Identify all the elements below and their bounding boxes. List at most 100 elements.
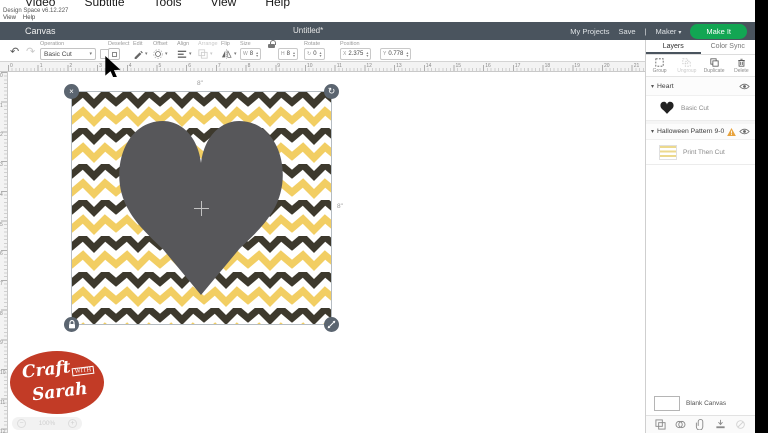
chevron-down-icon: ▾ <box>189 51 192 57</box>
position-label: Position <box>340 41 360 47</box>
size-label: Size <box>240 41 251 47</box>
canvas-color-swatch[interactable] <box>654 396 680 411</box>
offset-button[interactable]: ▾ <box>153 48 168 60</box>
layer-group-halloween-pattern[interactable]: ▾ Halloween Pattern 9-01 <box>646 121 755 139</box>
offset-label: Offset <box>153 41 168 47</box>
attach-icon[interactable] <box>695 419 706 430</box>
stepper-icon[interactable]: ▴▾ <box>320 51 322 57</box>
chevron-down-icon: ▾ <box>210 51 213 57</box>
slice-icon[interactable] <box>655 419 666 430</box>
position-x-field[interactable]: X2.375 ▴▾ <box>340 48 371 60</box>
stepper-icon[interactable]: ▴▾ <box>293 51 295 57</box>
stepper-icon[interactable]: ▴▾ <box>256 51 258 57</box>
menu-help[interactable]: Help <box>265 0 290 9</box>
zoom-out-button[interactable]: − <box>17 419 26 428</box>
stepper-icon[interactable]: ▴▾ <box>406 51 408 57</box>
edit-label: Edit <box>133 41 142 47</box>
resize-icon <box>327 320 336 329</box>
ungroup-icon <box>682 58 691 67</box>
size-lock-icon[interactable] <box>268 40 275 48</box>
rotate-icon: ↻ <box>328 87 336 96</box>
group-button[interactable]: Group <box>646 58 673 74</box>
v-ruler: 0123456789101112 <box>0 72 8 433</box>
operation-label: Operation <box>40 41 64 47</box>
chevron-down-icon: ▾ <box>89 51 92 57</box>
flip-button[interactable]: ▾ <box>221 48 237 60</box>
ungroup-button[interactable]: Ungroup <box>673 58 700 74</box>
collapse-caret-icon[interactable]: ▾ <box>651 128 654 135</box>
save-link[interactable]: Save <box>618 27 635 36</box>
contour-icon[interactable] <box>735 419 746 430</box>
duplicate-icon <box>710 58 719 67</box>
stepper-icon[interactable]: ▴▾ <box>366 51 368 57</box>
app-window-title: Design Space v6.12.227 <box>3 8 68 14</box>
rotate-field[interactable]: ↻0 ▴▾ <box>304 48 325 60</box>
size-height-field[interactable]: H8 ▴▾ <box>278 48 298 60</box>
combine-icon[interactable] <box>675 419 686 430</box>
redo-icon[interactable]: ↷ <box>26 45 35 57</box>
layers-panel: Layers Color Sync Group Ungroup Duplicat… <box>645 40 755 433</box>
menu-tools[interactable]: Tools <box>154 0 182 9</box>
size-width-field[interactable]: W8 ▴▾ <box>240 48 261 60</box>
trash-icon <box>737 58 746 67</box>
layer-row-print-then-cut[interactable]: Print Then Cut <box>646 139 755 165</box>
align-icon <box>177 49 187 59</box>
visibility-eye-icon[interactable] <box>739 83 750 90</box>
arrange-icon <box>198 49 208 59</box>
page-title: Canvas <box>25 22 56 40</box>
align-label: Align <box>177 41 189 47</box>
app-menubar: View Help <box>3 15 35 21</box>
app-menu-help[interactable]: Help <box>23 15 35 21</box>
chevron-down-icon: ▾ <box>145 51 148 57</box>
align-button[interactable]: ▾ <box>177 48 192 60</box>
duplicate-button[interactable]: Duplicate <box>701 58 728 74</box>
group-icon <box>655 58 664 67</box>
document-title[interactable]: Untitled* <box>293 22 323 40</box>
resize-handle[interactable] <box>324 317 339 332</box>
tab-color-sync[interactable]: Color Sync <box>701 40 756 54</box>
zoom-in-button[interactable]: + <box>68 419 77 428</box>
operation-select[interactable]: Basic Cut▾ <box>40 48 96 60</box>
blank-canvas-label: Blank Canvas <box>686 400 726 407</box>
menu-view[interactable]: View <box>211 0 237 9</box>
layer-row-heart-basic-cut[interactable]: Basic Cut <box>646 95 755 121</box>
deselect-label: Deselect <box>108 41 129 47</box>
flatten-icon[interactable] <box>715 419 726 430</box>
collapse-caret-icon[interactable]: ▾ <box>651 83 654 90</box>
layer-group-heart[interactable]: ▾ Heart <box>646 77 755 95</box>
heart-thumbnail-icon <box>659 101 675 115</box>
flip-icon <box>221 49 232 59</box>
arrange-label: Arrange <box>198 41 218 47</box>
machine-select[interactable]: Maker▾ <box>656 27 682 36</box>
my-projects-link[interactable]: My Projects <box>570 27 609 36</box>
rotate-handle[interactable]: ↻ <box>324 84 339 99</box>
rotate-label: Rotate <box>304 41 320 47</box>
h-ruler: 0123456789101112131415161718192021 <box>0 62 645 72</box>
mouse-cursor-icon <box>104 56 121 77</box>
edit-button[interactable]: ▾ <box>133 48 148 60</box>
header-separator: | <box>645 27 647 36</box>
pencil-icon <box>133 49 143 59</box>
video-player-menubar: Video Subtitle Tools View Help <box>0 0 755 9</box>
rotate-icon: ↻ <box>307 51 311 57</box>
app-menu-view[interactable]: View <box>3 15 16 21</box>
lock-handle[interactable] <box>64 317 79 332</box>
zoom-level: 100% <box>39 420 56 427</box>
letterbox-strip <box>755 0 768 433</box>
chevron-down-icon: ▾ <box>678 30 681 36</box>
delete-handle[interactable]: × <box>64 84 79 99</box>
make-it-button[interactable]: Make It <box>690 24 747 39</box>
undo-icon[interactable]: ↶ <box>10 45 19 57</box>
arrange-button[interactable]: ▾ <box>198 48 213 60</box>
lock-icon <box>68 320 76 329</box>
visibility-eye-icon[interactable] <box>739 128 750 135</box>
craft-with-sarah-logo: Craft WITH Sarah <box>10 351 104 414</box>
selection-height-label: 8" <box>337 203 343 210</box>
menu-subtitle[interactable]: Subtitle <box>84 0 124 9</box>
tab-layers[interactable]: Layers <box>646 40 701 54</box>
position-y-field[interactable]: Y0.778 ▴▾ <box>380 48 411 60</box>
delete-button[interactable]: Delete <box>728 58 755 74</box>
canvas-header: Canvas Untitled* My Projects Save | Make… <box>0 22 755 40</box>
chevron-down-icon: ▾ <box>234 51 237 57</box>
warning-icon[interactable] <box>727 128 736 136</box>
